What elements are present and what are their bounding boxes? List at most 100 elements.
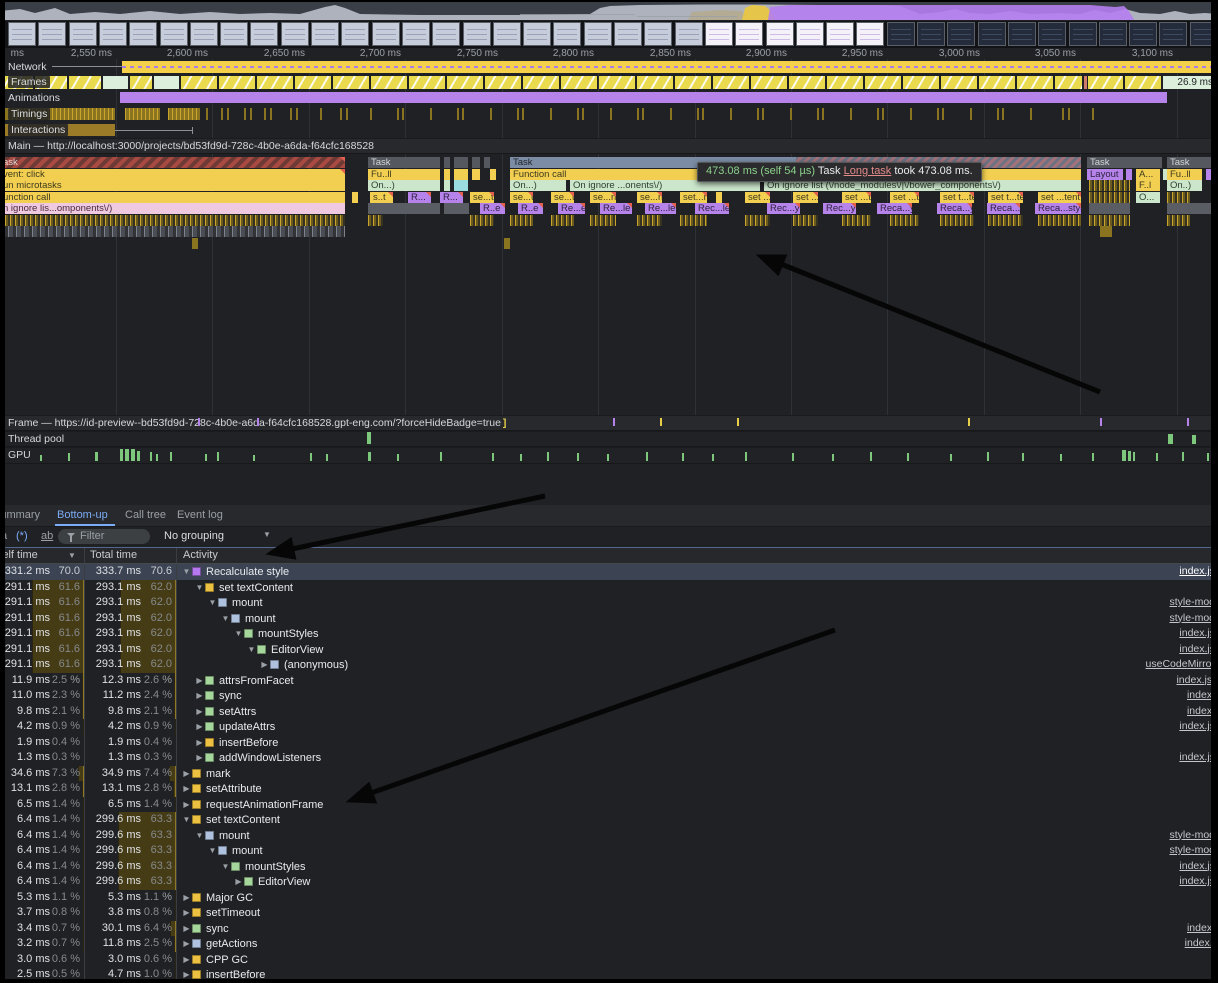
timing-mark[interactable] bbox=[462, 108, 464, 120]
filmstrip-screenshot[interactable] bbox=[129, 22, 157, 46]
filmstrip-screenshot[interactable] bbox=[826, 22, 854, 46]
table-row[interactable]: 1.3 ms0.3 %1.3 ms0.3 %▶addWindowListener… bbox=[0, 750, 1218, 766]
filmstrip-screenshot[interactable] bbox=[766, 22, 794, 46]
filmstrip-screenshot[interactable] bbox=[917, 22, 945, 46]
flame-event[interactable] bbox=[1089, 192, 1131, 203]
grouping-caret-icon[interactable]: ▼ bbox=[263, 530, 271, 539]
flame-event[interactable] bbox=[988, 215, 1024, 226]
flame-event[interactable] bbox=[470, 215, 495, 226]
table-row[interactable]: 291.1 ms61.6 %293.1 ms62.0 %▼mountStyles… bbox=[0, 626, 1218, 642]
expanded-arrow-icon[interactable]: ▼ bbox=[194, 580, 205, 596]
flame-event[interactable] bbox=[716, 192, 723, 203]
timing-mark[interactable] bbox=[402, 108, 404, 120]
flame-event[interactable]: O... bbox=[1136, 192, 1161, 203]
flame-event[interactable] bbox=[842, 215, 872, 226]
flame-event[interactable]: R..e bbox=[518, 203, 544, 214]
flame-event[interactable] bbox=[1089, 180, 1131, 191]
sort-caret-icon[interactable]: ▼ bbox=[68, 548, 76, 563]
screenshot-filmstrip[interactable] bbox=[0, 21, 1218, 48]
time-ruler[interactable]: ms2,550 ms2,600 ms2,650 ms2,700 ms2,750 … bbox=[0, 48, 1218, 60]
filmstrip-screenshot[interactable] bbox=[341, 22, 369, 46]
timing-mark[interactable] bbox=[730, 108, 732, 120]
table-row[interactable]: 6.4 ms1.4 %299.6 ms63.3 %▼set textConten… bbox=[0, 812, 1218, 828]
frame-block[interactable] bbox=[257, 76, 294, 89]
flame-event[interactable]: se...nt bbox=[637, 192, 663, 203]
frame-track-header[interactable]: Frame — https://id-preview--bd53fd9d-728… bbox=[0, 415, 1218, 431]
filmstrip-screenshot[interactable] bbox=[735, 22, 763, 46]
flame-event[interactable]: Re...e bbox=[558, 203, 586, 214]
filmstrip-screenshot[interactable] bbox=[250, 22, 278, 46]
flame-event[interactable]: Layout bbox=[1087, 169, 1124, 180]
timing-mark[interactable] bbox=[320, 108, 322, 120]
regex-icon[interactable]: (*) bbox=[16, 530, 28, 542]
timing-mark[interactable] bbox=[296, 108, 298, 120]
timing-mark[interactable] bbox=[970, 108, 972, 120]
table-row[interactable]: 6.4 ms1.4 %299.6 ms63.3 %▼mountstyle-mod bbox=[0, 828, 1218, 844]
collapsed-arrow-icon[interactable]: ▶ bbox=[194, 719, 205, 735]
flame-event[interactable]: R... bbox=[408, 192, 432, 203]
frame-block[interactable] bbox=[1084, 76, 1087, 89]
timing-mark[interactable] bbox=[370, 108, 372, 120]
timing-mark[interactable] bbox=[221, 108, 223, 120]
collapsed-arrow-icon[interactable]: ▶ bbox=[181, 952, 192, 968]
filmstrip-screenshot[interactable] bbox=[887, 22, 915, 46]
filmstrip-screenshot[interactable] bbox=[220, 22, 248, 46]
table-row[interactable]: 291.1 ms61.6 %293.1 ms62.0 %▼set textCon… bbox=[0, 580, 1218, 596]
column-header-total-time[interactable]: Total time bbox=[90, 548, 137, 563]
frame-block[interactable] bbox=[1125, 76, 1162, 89]
frame-block[interactable] bbox=[865, 76, 902, 89]
frame-block[interactable] bbox=[599, 76, 636, 89]
frame-block[interactable] bbox=[295, 76, 332, 89]
source-link[interactable]: index.js bbox=[1179, 642, 1215, 658]
main-thread-header[interactable]: Main — http://localhost:3000/projects/bd… bbox=[0, 138, 1218, 154]
frame-block[interactable] bbox=[561, 76, 598, 89]
filmstrip-screenshot[interactable] bbox=[1069, 22, 1097, 46]
timing-mark[interactable] bbox=[490, 108, 492, 120]
timing-mark[interactable] bbox=[850, 108, 852, 120]
filter-input[interactable]: Filter bbox=[58, 529, 150, 544]
table-row[interactable]: 3.7 ms0.8 %3.8 ms0.8 %▶setTimeout bbox=[0, 905, 1218, 921]
flame-event[interactable]: set ...ent bbox=[745, 192, 771, 203]
filmstrip-screenshot[interactable] bbox=[523, 22, 551, 46]
filmstrip-screenshot[interactable] bbox=[1038, 22, 1066, 46]
flame-event[interactable] bbox=[745, 215, 771, 226]
filmstrip-screenshot[interactable] bbox=[1008, 22, 1036, 46]
flame-event[interactable] bbox=[1126, 169, 1133, 180]
column-header-self-time[interactable]: Self time bbox=[0, 548, 38, 563]
table-row[interactable]: 1.9 ms0.4 %1.9 ms0.4 %▶insertBefore bbox=[0, 735, 1218, 751]
table-row[interactable]: 11.9 ms2.5 %12.3 ms2.6 %▶attrsFromFaceti… bbox=[0, 673, 1218, 689]
filmstrip-screenshot[interactable] bbox=[8, 22, 36, 46]
table-row[interactable]: 6.5 ms1.4 %6.5 ms1.4 %▶requestAnimationF… bbox=[0, 797, 1218, 813]
collapsed-arrow-icon[interactable]: ▶ bbox=[181, 890, 192, 906]
filmstrip-screenshot[interactable] bbox=[705, 22, 733, 46]
timing-mark[interactable] bbox=[997, 108, 999, 120]
flame-event[interactable] bbox=[192, 238, 199, 249]
timing-segment[interactable] bbox=[125, 108, 160, 120]
timing-mark[interactable] bbox=[1030, 108, 1032, 120]
timing-segment[interactable] bbox=[168, 108, 200, 120]
flame-event[interactable] bbox=[444, 180, 451, 191]
filmstrip-screenshot[interactable] bbox=[856, 22, 884, 46]
timing-mark[interactable] bbox=[550, 108, 552, 120]
filmstrip-screenshot[interactable] bbox=[947, 22, 975, 46]
source-link[interactable]: style-mod bbox=[1169, 828, 1215, 844]
flame-event[interactable]: se...t bbox=[510, 192, 534, 203]
expanded-arrow-icon[interactable]: ▼ bbox=[233, 626, 244, 642]
filmstrip-screenshot[interactable] bbox=[553, 22, 581, 46]
filmstrip-screenshot[interactable] bbox=[1129, 22, 1157, 46]
flame-event[interactable]: set ...tent bbox=[842, 192, 872, 203]
frame-block[interactable] bbox=[1017, 76, 1054, 89]
filmstrip-screenshot[interactable] bbox=[463, 22, 491, 46]
table-row[interactable]: 6.4 ms1.4 %299.6 ms63.3 %▼mountstyle-mod bbox=[0, 843, 1218, 859]
timing-mark[interactable] bbox=[937, 108, 939, 120]
frames-track[interactable]: 26.9 ms bbox=[0, 76, 1218, 89]
collapsed-arrow-icon[interactable]: ▶ bbox=[194, 750, 205, 766]
table-row[interactable]: 3.2 ms0.7 %11.8 ms2.5 %▶getActionsindex.… bbox=[0, 936, 1218, 952]
filmstrip-screenshot[interactable] bbox=[311, 22, 339, 46]
collapsed-arrow-icon[interactable]: ▶ bbox=[181, 781, 192, 797]
flame-event[interactable] bbox=[352, 192, 359, 203]
flame-event[interactable] bbox=[680, 215, 708, 226]
timing-mark[interactable] bbox=[642, 108, 644, 120]
tooltip-long-task-link[interactable]: Long task bbox=[844, 165, 892, 177]
frame-block[interactable] bbox=[130, 76, 153, 89]
